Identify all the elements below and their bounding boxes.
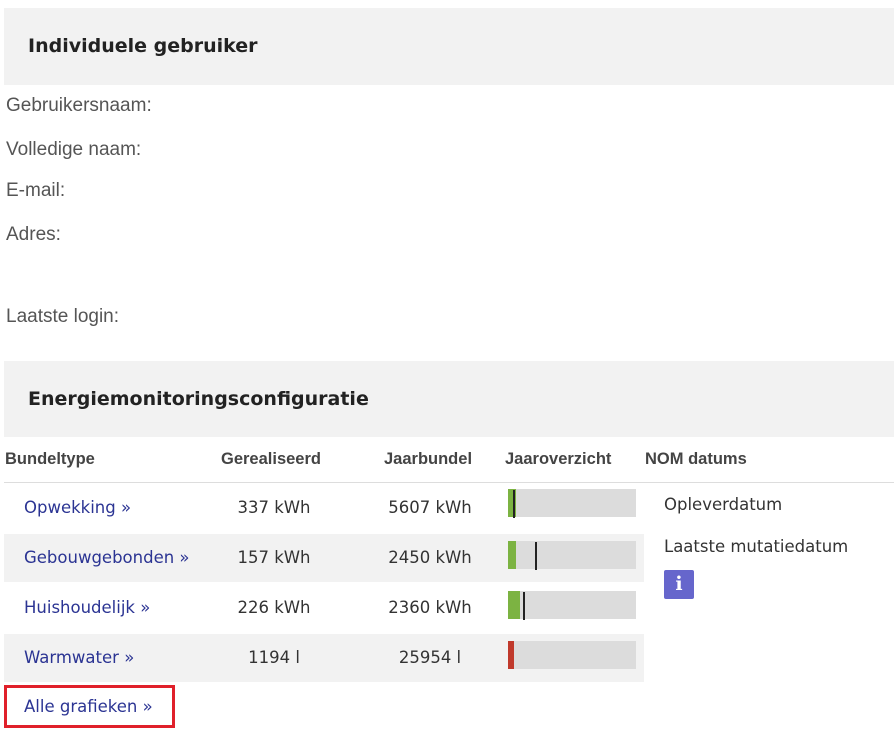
realized-value: 157 kWh [237,548,311,567]
year-progress-marker [523,592,525,620]
info-icon[interactable]: i [664,570,694,599]
bundle-link-warmwater[interactable]: Warmwater » [24,634,134,682]
bundle-link-opwekking[interactable]: Opwekking » [24,484,131,532]
email-label: E-mail: [6,180,66,201]
realized-value: 337 kWh [237,498,311,517]
year-overview-bar [508,641,636,669]
year-progress-marker [535,542,537,570]
last-login-label: Laatste login: [6,306,120,327]
last-mutation-date-label: Laatste mutatiedatum [664,537,849,556]
yearbundle-value: 2450 kWh [388,548,472,567]
year-overview-bar [508,489,636,518]
realized-value: 1194 l [248,648,300,667]
column-header-yearbundle: Jaarbundel [384,450,473,468]
address-label: Adres: [6,224,61,245]
realized-value: 226 kWh [237,598,311,617]
fullname-label: Volledige naam: [6,139,142,160]
delivery-date-label: Opleverdatum [664,495,783,514]
user-panel-header: Individuele gebruiker [4,8,894,85]
energy-panel-title: Energiemonitoringsconfiguratie [28,388,369,410]
yearbundle-value: 25954 l [398,648,462,667]
yearbundle-value: 2360 kWh [388,598,472,617]
year-overview-bar [508,541,636,570]
energy-panel-header: Energiemonitoringsconfiguratie [4,361,894,437]
usage-fill [508,591,520,619]
user-panel-title: Individuele gebruiker [28,35,258,57]
column-header-bundletype: Bundeltype [5,450,95,468]
yearbundle-value: 5607 kWh [388,498,472,517]
column-header-nom-dates: NOM datums [645,450,747,468]
usage-fill [508,641,514,669]
all-graphs-link[interactable]: Alle grafieken » [24,688,153,725]
all-graphs-link-box[interactable]: Alle grafieken » [4,685,175,728]
table-header-divider [4,482,894,483]
bundle-link-huishoudelijk[interactable]: Huishoudelijk » [24,584,150,632]
bundle-link-gebouwgebonden[interactable]: Gebouwgebonden » [24,534,190,582]
year-progress-marker [513,490,515,518]
year-overview-bar [508,591,636,620]
usage-fill [508,541,516,569]
column-header-realized: Gerealiseerd [221,450,321,468]
column-header-year-overview: Jaaroverzicht [505,450,612,468]
username-label: Gebruikersnaam: [6,95,152,116]
